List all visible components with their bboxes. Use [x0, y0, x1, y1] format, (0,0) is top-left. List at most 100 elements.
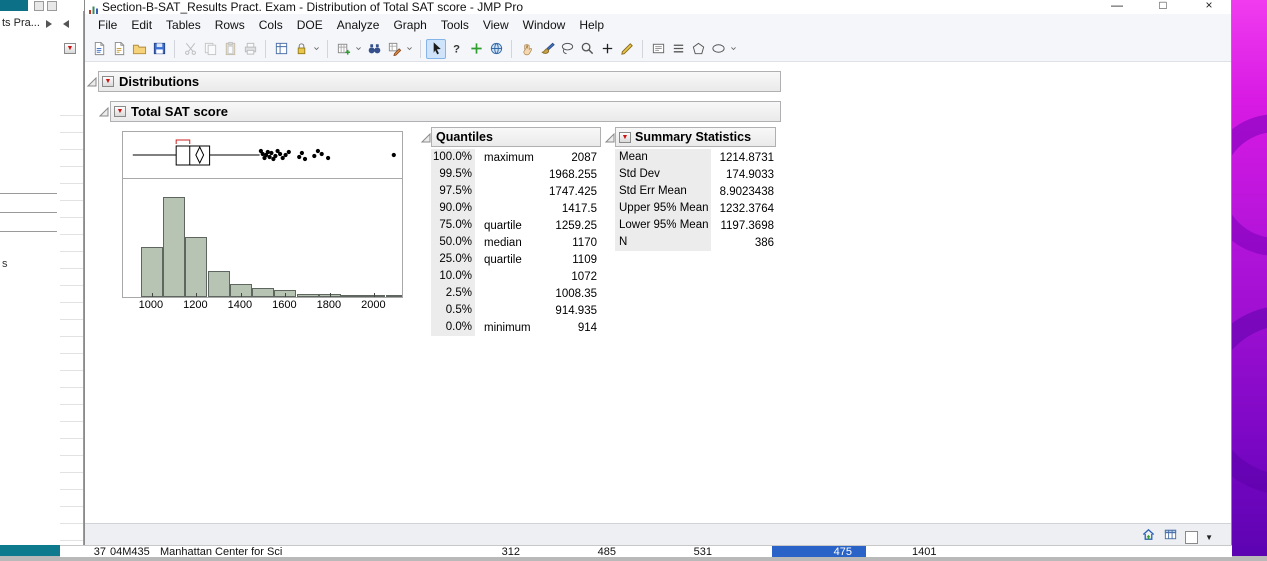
axis-tick: [329, 293, 331, 297]
histogram[interactable]: [122, 178, 403, 298]
histogram-bar[interactable]: [207, 271, 230, 297]
list-icon[interactable]: [668, 39, 688, 59]
quantile-label: median: [484, 236, 522, 249]
menu-graph[interactable]: Graph: [386, 16, 433, 34]
brush-icon[interactable]: [537, 39, 557, 59]
background-window-titlebar-fragment: [28, 0, 84, 11]
toolbar-separator: [420, 39, 421, 58]
quantiles-header[interactable]: Quantiles: [431, 127, 601, 147]
panel-expand-icon[interactable]: [46, 20, 52, 28]
menu-view[interactable]: View: [476, 16, 516, 34]
hand-icon[interactable]: [517, 39, 537, 59]
panel-title: Summary Statistics: [635, 130, 752, 144]
menu-file[interactable]: File: [91, 16, 124, 34]
axis-tick: [285, 293, 287, 297]
menu-tools[interactable]: Tools: [434, 16, 476, 34]
caret-icon[interactable]: [311, 39, 322, 59]
quantile-row: 75.0% quartile 1259.25: [431, 217, 601, 234]
menu-window[interactable]: Window: [516, 16, 573, 34]
paste-icon[interactable]: [220, 39, 240, 59]
red-triangle-menu-button[interactable]: ▼: [102, 76, 114, 87]
close-button[interactable]: ×: [1195, 0, 1223, 12]
data-grid-icon[interactable]: [1163, 527, 1178, 547]
caret-icon[interactable]: [353, 39, 364, 59]
save-icon[interactable]: [149, 39, 169, 59]
red-triangle-menu-button[interactable]: ▼: [619, 131, 631, 143]
histogram-bar[interactable]: [341, 295, 364, 297]
polygon-icon[interactable]: [688, 39, 708, 59]
help-icon[interactable]: ?: [446, 39, 466, 59]
red-triangle-menu-button[interactable]: ▼: [64, 43, 76, 54]
outline-disclosure-icon[interactable]: [86, 74, 97, 87]
caret-icon[interactable]: [404, 39, 415, 59]
background-tab-label[interactable]: ts Pra...: [2, 17, 40, 29]
menu-cols[interactable]: Cols: [252, 16, 290, 34]
outlier-box-plot[interactable]: [122, 131, 403, 180]
lasso-icon[interactable]: [557, 39, 577, 59]
oval-icon[interactable]: [708, 39, 728, 59]
summary-value: 386: [754, 236, 774, 249]
histogram-bar[interactable]: [296, 294, 319, 297]
print-icon[interactable]: [240, 39, 260, 59]
quantile-percent: 100.0%: [431, 149, 475, 166]
title-bar[interactable]: Section-B-SAT_Results Pract. Exam - Dist…: [85, 0, 1231, 14]
open-icon[interactable]: [129, 39, 149, 59]
caret-icon[interactable]: [728, 39, 739, 59]
toolbar-group: [271, 39, 322, 59]
magnifier-icon[interactable]: [577, 39, 597, 59]
background-window-button-icon[interactable]: [47, 1, 57, 11]
plus-icon[interactable]: [597, 39, 617, 59]
outline-disclosure-icon[interactable]: [98, 104, 109, 117]
pencil-line-icon[interactable]: [617, 39, 637, 59]
quantile-row: 10.0% 1072: [431, 268, 601, 285]
quantile-percent: 75.0%: [431, 217, 475, 234]
divider: [0, 193, 57, 194]
histogram-bar[interactable]: [163, 197, 186, 297]
outline-disclosure-icon[interactable]: [604, 130, 615, 143]
axis-tick: [151, 293, 153, 297]
minimize-button[interactable]: —: [1103, 0, 1131, 12]
binoculars-icon[interactable]: [364, 39, 384, 59]
new-script-icon[interactable]: [109, 39, 129, 59]
cut-icon[interactable]: [180, 39, 200, 59]
histogram-bar[interactable]: [185, 237, 208, 297]
table-pencil-icon[interactable]: [384, 39, 404, 59]
panel-collapse-icon[interactable]: [63, 20, 69, 28]
summary-label: Std Dev: [615, 166, 711, 183]
dropdown-caret-icon[interactable]: ▼: [1205, 533, 1213, 542]
quantile-row: 99.5% 1968.255: [431, 166, 601, 183]
outline-header-distributions[interactable]: ▼ Distributions: [98, 71, 781, 92]
lock-icon[interactable]: [291, 39, 311, 59]
outline-header-total-sat-score[interactable]: ▼ Total SAT score: [110, 101, 781, 122]
toolbar-group: [180, 39, 260, 59]
menu-tables[interactable]: Tables: [159, 16, 208, 34]
red-triangle-menu-button[interactable]: ▼: [114, 106, 126, 117]
summary-statistics-header[interactable]: ▼ Summary Statistics: [615, 127, 776, 147]
menu-rows[interactable]: Rows: [208, 16, 252, 34]
quantile-percent: 90.0%: [431, 200, 475, 217]
outline-disclosure-icon[interactable]: [420, 130, 431, 143]
checkbox-icon[interactable]: [1185, 530, 1199, 544]
background-window-button-icon[interactable]: [34, 1, 44, 11]
globe-icon[interactable]: [486, 39, 506, 59]
menu-help[interactable]: Help: [572, 16, 611, 34]
copy-icon[interactable]: [200, 39, 220, 59]
quantile-row: 97.5% 1747.425: [431, 183, 601, 200]
textbox-icon[interactable]: [648, 39, 668, 59]
histogram-bar[interactable]: [385, 295, 402, 297]
journal-grid-icon[interactable]: [271, 39, 291, 59]
maximize-button[interactable]: □: [1149, 0, 1177, 12]
menu-edit[interactable]: Edit: [124, 16, 159, 34]
histogram-bar[interactable]: [252, 288, 275, 297]
summary-row: N 386: [615, 234, 776, 251]
histogram-bar[interactable]: [140, 247, 163, 297]
new-data-table-icon[interactable]: [333, 39, 353, 59]
crosshair-plus-icon[interactable]: [466, 39, 486, 59]
arrow-cursor-icon[interactable]: [426, 38, 446, 59]
home-window-icon[interactable]: [1141, 527, 1156, 547]
quantile-value: 1747.425: [549, 185, 597, 198]
menu-doe[interactable]: DOE: [290, 16, 330, 34]
x-axis[interactable]: 1000 1200 1400 1600 1800 2000: [122, 299, 401, 312]
new-journal-icon[interactable]: [89, 39, 109, 59]
menu-analyze[interactable]: Analyze: [330, 16, 387, 34]
